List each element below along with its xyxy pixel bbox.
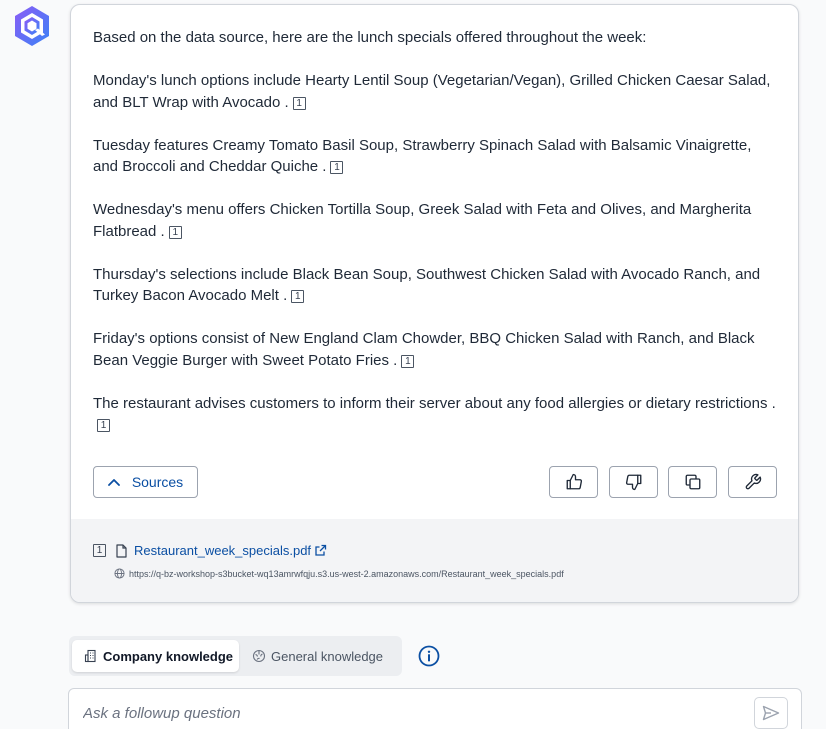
answer-actions: Sources	[93, 466, 777, 498]
copy-button[interactable]	[668, 466, 717, 498]
answer-card: Based on the data source, here are the l…	[70, 4, 799, 603]
brain-icon	[252, 649, 266, 663]
answer-paragraph-advisory: The restaurant advises customers to info…	[93, 393, 776, 436]
thumbs-down-button[interactable]	[609, 466, 658, 498]
answer-paragraph-wednesday: Wednesday's menu offers Chicken Tortilla…	[93, 199, 776, 242]
sources-toggle-button[interactable]: Sources	[93, 466, 198, 498]
general-knowledge-tab[interactable]: General knowledge	[250, 640, 383, 672]
send-button[interactable]	[754, 697, 788, 729]
answer-paragraph-monday: Monday's lunch options include Hearty Le…	[93, 70, 776, 113]
followup-input-container	[68, 688, 802, 729]
knowledge-source-toggle: Company knowledge General knowledge	[69, 636, 402, 676]
source-url: https://q-bz-workshop-s3bucket-wq13amrwf…	[129, 568, 564, 579]
answer-paragraph-thursday: Thursday's selections include Black Bean…	[93, 264, 776, 307]
wrench-button[interactable]	[728, 466, 777, 498]
info-icon[interactable]	[418, 645, 440, 667]
paragraph-text: Monday's lunch options include Hearty Le…	[93, 72, 771, 111]
general-knowledge-label: General knowledge	[271, 648, 384, 664]
followup-input[interactable]	[83, 701, 743, 725]
wrench-icon	[745, 473, 761, 490]
source-item: 1 Restaurant_week_specials.pdf	[93, 543, 327, 558]
app-logo-icon	[15, 6, 49, 46]
source-title: Restaurant_week_specials.pdf	[134, 543, 312, 558]
thumbs-up-button[interactable]	[549, 466, 598, 498]
answer-body: Based on the data source, here are the l…	[71, 5, 798, 436]
paragraph-text: Tuesday features Creamy Tomato Basil Sou…	[93, 136, 752, 176]
paragraph-text: The restaurant advises customers to info…	[93, 394, 776, 412]
company-knowledge-tab[interactable]: Company knowledge	[72, 640, 239, 672]
sources-panel: 1 Restaurant_week_specials.pdf https://q…	[71, 519, 798, 602]
answer-intro: Based on the data source, here are the l…	[93, 29, 647, 46]
sources-button-label: Sources	[131, 474, 184, 490]
answer-paragraph-tuesday: Tuesday features Creamy Tomato Basil Sou…	[93, 135, 776, 178]
citation-marker[interactable]: 1	[97, 419, 110, 432]
citation-marker[interactable]: 1	[291, 290, 305, 303]
source-link[interactable]: Restaurant_week_specials.pdf	[134, 543, 327, 558]
citation-marker[interactable]: 1	[401, 354, 415, 368]
source-number: 1	[93, 544, 106, 557]
paragraph-text: Thursday's selections include Black Bean…	[93, 265, 761, 305]
building-icon	[84, 649, 96, 663]
citation-marker[interactable]: 1	[168, 225, 182, 239]
thumbs-down-icon	[625, 474, 641, 491]
citation-marker[interactable]: 1	[330, 161, 344, 174]
globe-icon	[114, 568, 125, 579]
answer-paragraph-friday: Friday's options consist of New England …	[93, 328, 776, 371]
paragraph-text: Friday's options consist of New England …	[93, 330, 755, 369]
paragraph-text: Wednesday's menu offers Chicken Tortilla…	[93, 201, 752, 240]
source-url-row: https://q-bz-workshop-s3bucket-wq13amrwf…	[114, 568, 564, 579]
document-icon	[116, 543, 127, 558]
citation-marker[interactable]: 1	[292, 96, 306, 110]
chevron-up-icon	[107, 479, 120, 486]
send-icon	[762, 705, 780, 721]
copy-icon	[685, 474, 700, 490]
external-link-icon	[315, 544, 327, 556]
company-knowledge-label: Company knowledge	[103, 648, 234, 664]
thumbs-up-icon	[566, 473, 582, 490]
